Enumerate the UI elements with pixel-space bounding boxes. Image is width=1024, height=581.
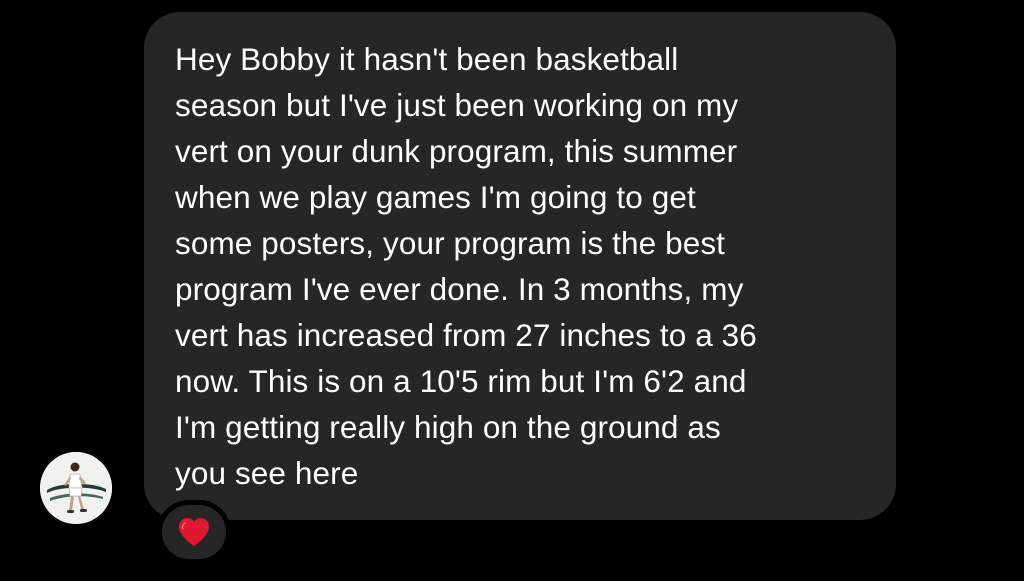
chat-screen: Hey Bobby it hasn't been basketball seas… [0, 0, 1024, 581]
heart-reaction[interactable] [157, 500, 231, 564]
basketball-player-avatar-icon [40, 452, 112, 524]
message-text: Hey Bobby it hasn't been basketball seas… [175, 41, 757, 491]
red-heart-icon [179, 518, 209, 546]
message-bubble[interactable]: Hey Bobby it hasn't been basketball seas… [144, 12, 896, 520]
message-row: Hey Bobby it hasn't been basketball seas… [0, 0, 1024, 581]
sender-avatar[interactable] [40, 452, 112, 524]
